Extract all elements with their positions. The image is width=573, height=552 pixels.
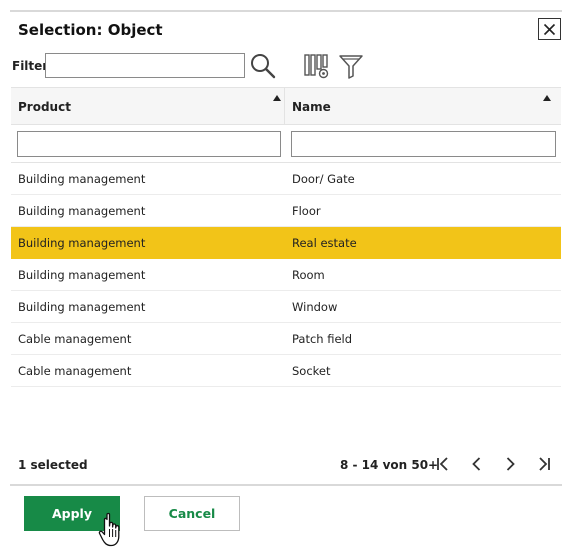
paging-info: 8 - 14 von 50+	[340, 458, 439, 472]
first-page-icon[interactable]	[434, 455, 452, 473]
name-cell: Window	[292, 300, 338, 314]
name-cell: Floor	[292, 204, 321, 218]
filter-funnel-icon[interactable]	[338, 53, 364, 80]
header-divider	[10, 10, 562, 12]
data-grid: Product Name Building management Door/ G…	[11, 87, 561, 387]
name-cell: Patch field	[292, 332, 353, 346]
table-row[interactable]: Cable management Socket	[11, 355, 561, 387]
next-page-icon[interactable]	[501, 455, 519, 473]
product-cell: Building management	[18, 204, 146, 218]
column-header-product[interactable]: Product	[11, 88, 285, 125]
columns-settings-icon[interactable]	[303, 53, 331, 80]
apply-button[interactable]: Apply	[24, 496, 120, 531]
column-header-label: Product	[18, 100, 71, 114]
column-header-label: Name	[292, 100, 331, 114]
filter-input[interactable]	[45, 53, 245, 78]
search-icon[interactable]	[249, 52, 277, 80]
last-page-icon[interactable]	[535, 455, 553, 473]
column-filter-row	[11, 125, 561, 163]
table-row[interactable]: Building management Floor	[11, 195, 561, 227]
table-row[interactable]: Building management Door/ Gate	[11, 163, 561, 195]
table-row-selected[interactable]: Building management Real estate	[11, 227, 561, 259]
close-icon	[543, 23, 556, 35]
column-header-name[interactable]: Name	[285, 88, 561, 125]
table-row[interactable]: Cable management Patch field	[11, 323, 561, 355]
product-cell: Building management	[18, 300, 146, 314]
close-button[interactable]	[538, 18, 561, 40]
sort-ascending-icon	[273, 95, 281, 101]
sort-ascending-icon	[543, 95, 551, 101]
cancel-button[interactable]: Cancel	[144, 496, 240, 531]
footer-divider	[10, 484, 562, 486]
previous-page-icon[interactable]	[468, 455, 486, 473]
product-filter-input[interactable]	[17, 131, 281, 157]
name-cell: Door/ Gate	[292, 172, 355, 186]
name-filter-input[interactable]	[291, 131, 556, 157]
product-cell: Building management	[18, 236, 146, 250]
selection-dialog: Selection: Object Filter Product Name Bu…	[0, 0, 573, 552]
product-cell: Cable management	[18, 332, 132, 346]
dialog-title: Selection: Object	[18, 21, 163, 39]
name-cell: Real estate	[292, 236, 357, 250]
table-row[interactable]: Building management Room	[11, 259, 561, 291]
product-cell: Building management	[18, 172, 146, 186]
filter-label: Filter	[12, 59, 49, 73]
selected-count: 1 selected	[18, 458, 88, 472]
name-cell: Socket	[292, 364, 331, 378]
grid-header: Product Name	[11, 87, 561, 125]
table-row[interactable]: Building management Window	[11, 291, 561, 323]
grid-body: Building management Door/ Gate Building …	[11, 163, 561, 387]
product-cell: Cable management	[18, 364, 132, 378]
name-cell: Room	[292, 268, 325, 282]
product-cell: Building management	[18, 268, 146, 282]
